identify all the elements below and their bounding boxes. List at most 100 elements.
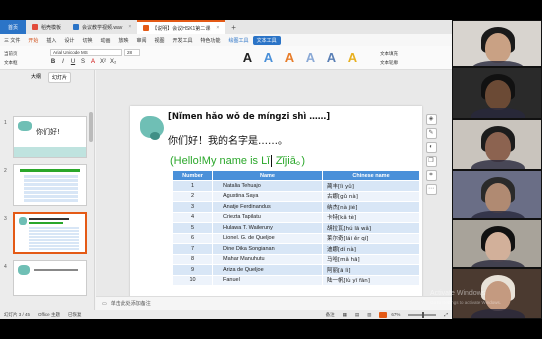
text-style-4[interactable]: A (303, 49, 318, 67)
activate-windows-title: Activate Windows (430, 290, 486, 297)
participant-video[interactable] (452, 170, 542, 219)
menu-special[interactable]: 特色功能 (197, 37, 225, 44)
text-style-6[interactable]: A (345, 49, 360, 67)
strikethrough-button[interactable]: S (80, 59, 86, 65)
close-icon[interactable]: × (128, 24, 131, 30)
tab-presentation[interactable]: 【说明】会议HSK1第二课 × (137, 20, 226, 34)
normal-view-icon[interactable]: ▦ (339, 312, 351, 318)
menu-slideshow[interactable]: 放映 (114, 37, 132, 44)
bottom-letterbox (0, 319, 542, 339)
menu-transition[interactable]: 切换 (78, 37, 96, 44)
sorter-view-icon[interactable]: ▤ (351, 312, 363, 318)
slide-thumbnail-2[interactable] (13, 164, 87, 206)
ribbon-left-group: 当前页 文本框 (4, 49, 18, 67)
slide-3[interactable]: [Nǐmen hǎo wǒ de míngzi shì ……] 你们好！我的名字… (130, 106, 422, 299)
subscript-button[interactable]: X₂ (110, 59, 116, 65)
table-row: 9 Ariza de Queljoe 阿丽[ā lì] (172, 264, 420, 276)
text-fill-button[interactable]: 文本填充 (380, 49, 398, 58)
fit-window-icon[interactable]: ⤢ (440, 312, 452, 317)
row-chinese-name: 纳杰[nà jié] (322, 201, 420, 213)
thumbnail-number: 4 (4, 264, 7, 270)
menu-insert[interactable]: 插入 (42, 37, 60, 44)
menu-developer[interactable]: 开发工具 (169, 37, 197, 44)
menu-review[interactable]: 审阅 (132, 37, 150, 44)
slide-thumbnail-3[interactable] (13, 212, 87, 254)
table-row: 1 Natalia Tehuajo 蔺丰[lì yǔ] (172, 180, 420, 192)
thumbnail-graphic (34, 269, 78, 271)
wps-window: 首页 稻壳模板 会议教学视频.wav × 【说明】会议HSK1第二课 × + 三 文… (0, 20, 452, 319)
font-color-button[interactable]: A (90, 59, 96, 65)
thumbnail-graphic (20, 169, 80, 172)
menu-drawing-tools[interactable]: 绘图工具 (225, 37, 253, 44)
menu-home[interactable]: 开始 (24, 37, 42, 44)
crop-icon[interactable]: ⌗ (425, 170, 437, 181)
reading-view-icon[interactable]: ▥ (363, 312, 375, 318)
font-name-select[interactable]: Arial Unicode MS (50, 49, 122, 56)
tab-label: 首页 (8, 24, 19, 31)
participant-video[interactable] (452, 20, 542, 67)
row-number: 10 (172, 274, 213, 286)
zoom-level[interactable]: 67% (387, 312, 404, 317)
textbox-button[interactable]: 文本框 (4, 58, 18, 67)
participant-video[interactable] (452, 219, 542, 268)
menu-text-tools[interactable]: 文本工具 (252, 35, 281, 45)
thumbnail-title: 你们好! (36, 128, 60, 136)
notes-toggle[interactable]: 备注 (322, 312, 339, 318)
text-style-5[interactable]: A (324, 49, 339, 67)
participant-face (485, 132, 511, 162)
menu-view[interactable]: 视图 (151, 37, 169, 44)
thumbnail-number: 2 (4, 168, 7, 174)
tab-templates[interactable]: 稻壳模板 (26, 20, 67, 34)
menu-animation[interactable]: 动画 (96, 37, 114, 44)
participant-body (471, 211, 525, 218)
row-number: 1 (172, 180, 213, 192)
english-line[interactable]: (Hello!My name is Lǐ Zǐjiā。) (170, 152, 305, 168)
header-chinese-name: Chinese name (322, 170, 420, 181)
copy-icon[interactable]: ❐ (425, 156, 437, 167)
new-tab-button[interactable]: + (225, 23, 242, 32)
participant-video[interactable] (452, 119, 542, 170)
close-icon[interactable]: × (216, 25, 219, 31)
more-icon[interactable]: ⋯ (425, 184, 437, 195)
notes-placeholder: 单击此处添加备注 (110, 301, 151, 307)
style-icon[interactable]: ◐ (425, 142, 437, 153)
slide-thumbnail-4[interactable] (13, 260, 87, 296)
row-name: Fanuel (212, 274, 323, 286)
row-chinese-name: 胡拉瓦[hú lā wǎ] (322, 222, 420, 234)
layer-icon[interactable]: ◈ (425, 114, 437, 125)
pen-icon[interactable]: ✎ (425, 128, 437, 139)
underline-button[interactable]: U (70, 59, 76, 65)
menu-file[interactable]: 三 文件 (0, 37, 24, 44)
slide-side-tools: ◈ ✎ ◐ ❐ ⌗ ⋯ (424, 114, 438, 195)
text-outline-button[interactable]: 文本轮廓 (380, 58, 398, 67)
panel-scrollbar[interactable] (89, 112, 93, 142)
font-size-select[interactable]: 28 (124, 49, 140, 56)
pinyin-line[interactable]: [Nǐmen hǎo wǒ de míngzi shì ……] (168, 112, 330, 122)
text-style-2[interactable]: A (261, 49, 276, 67)
current-page-button[interactable]: 当前页 (4, 49, 18, 58)
slide-thumbnail-1[interactable]: 你们好! (13, 116, 87, 158)
thumbnail-graphic (18, 265, 30, 275)
tab-outline[interactable]: 大纲 (28, 72, 44, 83)
tab-slides[interactable]: 幻灯片 (48, 72, 72, 83)
row-number: 3 (172, 201, 213, 213)
italic-button[interactable]: I (60, 59, 66, 65)
slideshow-play-button[interactable] (379, 311, 388, 318)
participant-video[interactable] (452, 67, 542, 119)
superscript-button[interactable]: X² (100, 59, 106, 65)
tab-label: 【说明】会议HSK1第二课 (152, 25, 211, 32)
chinese-line[interactable]: 你们好！我的名字是……。 (168, 132, 288, 147)
zoom-slider[interactable] (408, 311, 437, 318)
text-style-1[interactable]: A (240, 49, 255, 67)
row-chinese-name: 蔺丰[lì yǔ] (322, 180, 420, 192)
row-number: 6 (172, 232, 213, 244)
autosave-status[interactable]: 已恢复 (64, 312, 86, 318)
tab-home[interactable]: 首页 (0, 20, 27, 34)
notes-bar[interactable]: ▭ 单击此处添加备注 (96, 296, 452, 310)
row-chinese-name: 卡特[kǎ tè] (322, 211, 420, 223)
tab-video-file[interactable]: 会议教学视频.wav × (67, 20, 137, 34)
bold-button[interactable]: B (50, 59, 56, 65)
text-style-3[interactable]: A (282, 49, 297, 67)
menu-design[interactable]: 设计 (60, 37, 78, 44)
student-names-table[interactable]: Number Name Chinese name 1 Natalia Tehuaj… (172, 170, 420, 286)
